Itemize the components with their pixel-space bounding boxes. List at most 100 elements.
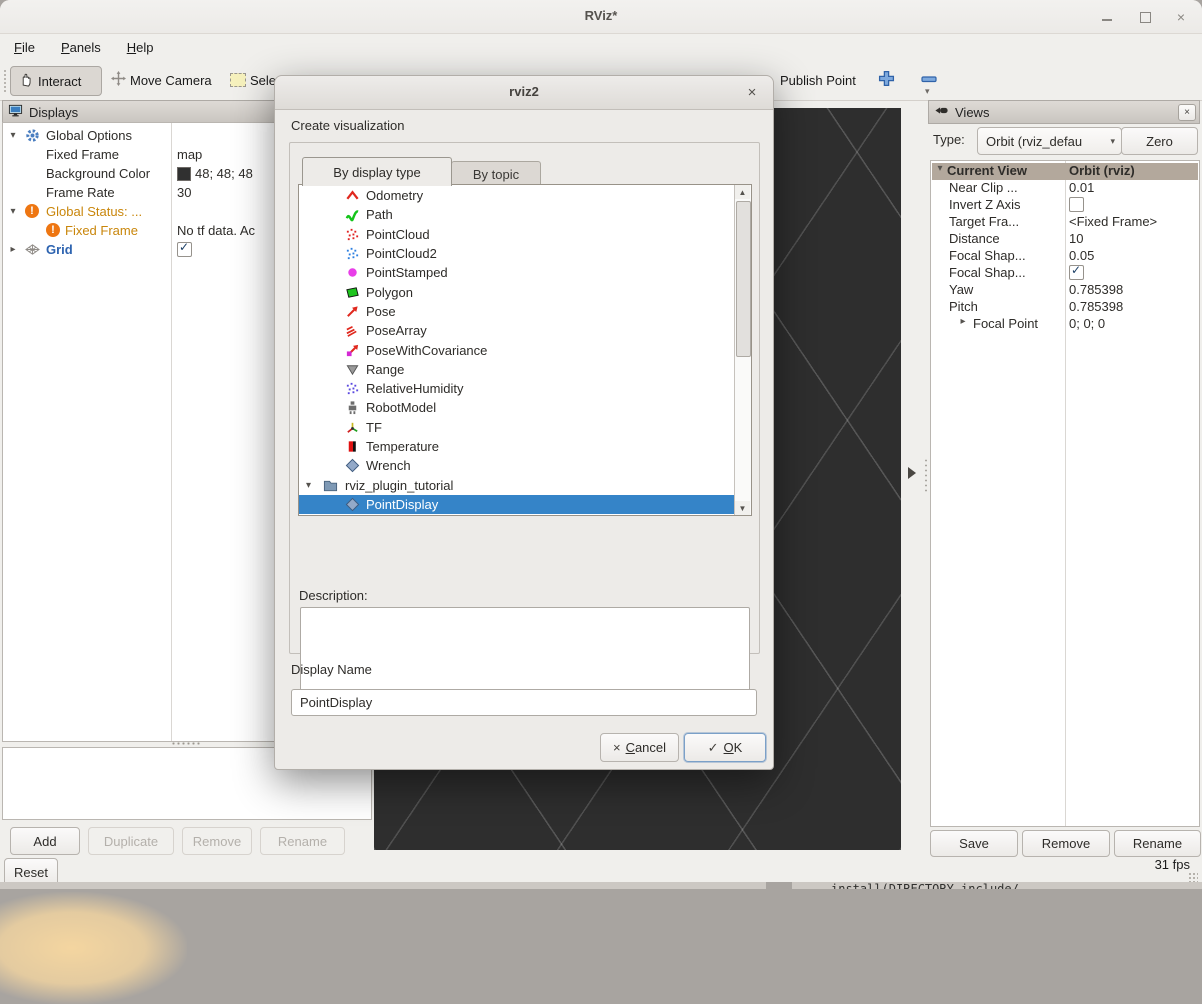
add-display-button[interactable]: Add bbox=[10, 827, 80, 855]
display-type-item-pose[interactable]: Pose bbox=[299, 302, 735, 321]
toolbar-drag-handle[interactable] bbox=[3, 69, 8, 93]
view-type-dropdown[interactable]: Orbit (rviz_defau ▾ bbox=[977, 127, 1122, 155]
color-swatch bbox=[177, 167, 191, 181]
panel-collapse-arrow[interactable] bbox=[908, 467, 916, 479]
relativehumidity-icon bbox=[345, 381, 360, 396]
grid-enabled-checkbox[interactable] bbox=[177, 242, 192, 257]
duplicate-display-button[interactable]: Duplicate bbox=[88, 827, 174, 855]
tree-row-pitch[interactable]: Pitch 0.785398 bbox=[932, 299, 1198, 316]
minimize-button[interactable] bbox=[1098, 8, 1116, 26]
invert-z-checkbox[interactable] bbox=[1069, 197, 1084, 212]
tab-by-display-type[interactable]: By display type bbox=[302, 157, 452, 186]
ok-button[interactable]: ✓ OK bbox=[684, 733, 766, 762]
row-label: Global Status: ... bbox=[46, 204, 142, 219]
maximize-button[interactable] bbox=[1136, 8, 1154, 26]
caret-down-icon[interactable]: ▾ bbox=[935, 163, 945, 174]
caret-right-icon[interactable]: ▸ bbox=[8, 244, 18, 255]
tool-options-caret-icon[interactable]: ▾ bbox=[925, 86, 930, 97]
dialog-titlebar[interactable]: rviz2 × bbox=[275, 76, 773, 110]
displays-icon bbox=[8, 103, 23, 121]
display-type-item-pointcloud2[interactable]: PointCloud2 bbox=[299, 244, 735, 263]
display-type-item-odometry[interactable]: Odometry bbox=[299, 186, 735, 205]
tree-row-current-view[interactable]: ▾ Current View Orbit (rviz) bbox=[932, 163, 1198, 180]
display-type-item-path[interactable]: Path bbox=[299, 205, 735, 224]
display-type-item-pointstamped[interactable]: PointStamped bbox=[299, 263, 735, 282]
type-label: Type: bbox=[933, 132, 965, 147]
views-panel-header[interactable]: Views × bbox=[928, 100, 1200, 124]
displays-panel-title: Displays bbox=[29, 105, 78, 120]
close-button[interactable]: × bbox=[1172, 8, 1190, 26]
camera-icon bbox=[934, 103, 949, 121]
scroll-up-icon[interactable]: ▲ bbox=[735, 185, 750, 199]
interact-tool-button[interactable]: Interact bbox=[10, 66, 102, 96]
tree-row-focal-shape-fixed[interactable]: Focal Shap... bbox=[932, 265, 1198, 282]
zero-button[interactable]: Zero bbox=[1121, 127, 1198, 155]
menu-panels[interactable]: Panels bbox=[61, 40, 101, 55]
menu-file[interactable]: File bbox=[14, 40, 35, 55]
row-value[interactable]: map bbox=[177, 147, 202, 162]
display-type-item-polygon[interactable]: Polygon bbox=[299, 282, 735, 301]
display-type-item-pointdisplay[interactable]: PointDisplay bbox=[299, 495, 735, 514]
tree-row-focal-shape-size[interactable]: Focal Shap... 0.05 bbox=[932, 248, 1198, 265]
dialog-close-icon[interactable]: × bbox=[743, 83, 761, 101]
display-type-item-rviz_plugin_tutorial[interactable]: ▾rviz_plugin_tutorial bbox=[299, 475, 735, 494]
display-type-item-pointcloud[interactable]: PointCloud bbox=[299, 225, 735, 244]
dialog-heading: Create visualization bbox=[291, 118, 404, 133]
views-close-icon[interactable]: × bbox=[1178, 104, 1196, 121]
save-view-button[interactable]: Save bbox=[930, 830, 1018, 857]
display-type-list[interactable]: Odometry Path PointCloud PointCloud2 PointSt… bbox=[298, 184, 752, 516]
rviz-main-window: RViz* × File Panels Help Interact Move C… bbox=[0, 0, 1202, 882]
views-tree[interactable]: ▾ Current View Orbit (rviz) Near Clip ..… bbox=[930, 160, 1200, 827]
caret-down-icon[interactable]: ▾ bbox=[8, 206, 18, 217]
menu-help[interactable]: Help bbox=[127, 40, 154, 55]
titlebar[interactable]: RViz* × bbox=[0, 0, 1202, 34]
display-name-input[interactable]: PointDisplay bbox=[291, 689, 757, 716]
tab-by-topic[interactable]: By topic bbox=[451, 161, 541, 186]
display-type-item-temperature[interactable]: Temperature bbox=[299, 437, 735, 456]
cancel-button[interactable]: × Cancel bbox=[600, 733, 679, 762]
select-box-icon bbox=[230, 73, 246, 87]
item-label: Path bbox=[366, 207, 393, 222]
tree-row-yaw[interactable]: Yaw 0.785398 bbox=[932, 282, 1198, 299]
resize-grip[interactable] bbox=[1188, 872, 1198, 882]
interact-label: Interact bbox=[38, 74, 81, 89]
row-value[interactable]: 30 bbox=[177, 185, 191, 200]
display-type-item-posearray[interactable]: PoseArray bbox=[299, 321, 735, 340]
create-visualization-dialog: rviz2 × Create visualization By display … bbox=[274, 75, 774, 770]
pose-icon bbox=[345, 304, 360, 319]
robotmodel-icon bbox=[345, 400, 360, 415]
publish-point-tool-button[interactable]: Publish Point bbox=[772, 66, 864, 94]
item-label: PointStamped bbox=[366, 265, 448, 280]
focal-shape-checkbox[interactable] bbox=[1069, 265, 1084, 280]
tree-row-invert-z[interactable]: Invert Z Axis bbox=[932, 197, 1198, 214]
display-type-item-robotmodel[interactable]: RobotModel bbox=[299, 398, 735, 417]
posewithcovariance-icon bbox=[345, 343, 360, 358]
caret-down-icon[interactable]: ▾ bbox=[8, 130, 18, 141]
display-type-item-tf[interactable]: TF bbox=[299, 418, 735, 437]
tree-row-focal-point[interactable]: ▸ Focal Point 0; 0; 0 bbox=[932, 316, 1198, 333]
display-type-item-posewithcovariance[interactable]: PoseWithCovariance bbox=[299, 340, 735, 359]
display-type-item-wrench[interactable]: Wrench bbox=[299, 456, 735, 475]
remove-display-button[interactable]: Remove bbox=[182, 827, 252, 855]
list-scrollbar[interactable]: ▲ ▼ bbox=[734, 185, 751, 515]
chevron-down-icon: ▾ bbox=[1104, 136, 1121, 147]
scrollbar-thumb[interactable] bbox=[736, 201, 751, 357]
rename-display-button[interactable]: Rename bbox=[260, 827, 345, 855]
add-tool-button[interactable] bbox=[870, 66, 903, 94]
rename-view-button[interactable]: Rename bbox=[1114, 830, 1201, 857]
tree-row-distance[interactable]: Distance 10 bbox=[932, 231, 1198, 248]
caret-down-icon[interactable]: ▾ bbox=[306, 480, 311, 491]
scroll-down-icon[interactable]: ▼ bbox=[735, 501, 750, 515]
polygon-icon bbox=[345, 285, 360, 300]
move-camera-tool-button[interactable]: Move Camera bbox=[103, 66, 220, 94]
tree-row-target-frame[interactable]: Target Fra... <Fixed Frame> bbox=[932, 214, 1198, 231]
display-type-item-relativehumidity[interactable]: RelativeHumidity bbox=[299, 379, 735, 398]
caret-right-icon[interactable]: ▸ bbox=[958, 316, 968, 327]
remove-view-button[interactable]: Remove bbox=[1022, 830, 1110, 857]
warning-icon: ! bbox=[46, 223, 61, 238]
display-type-item-range[interactable]: Range bbox=[299, 360, 735, 379]
row-label: Fixed Frame bbox=[65, 223, 138, 238]
tree-row-near-clip[interactable]: Near Clip ... 0.01 bbox=[932, 180, 1198, 197]
item-label: PointCloud bbox=[366, 227, 430, 242]
visualization-groupbox: By display type By topic Odometry Path Poi… bbox=[289, 142, 760, 654]
